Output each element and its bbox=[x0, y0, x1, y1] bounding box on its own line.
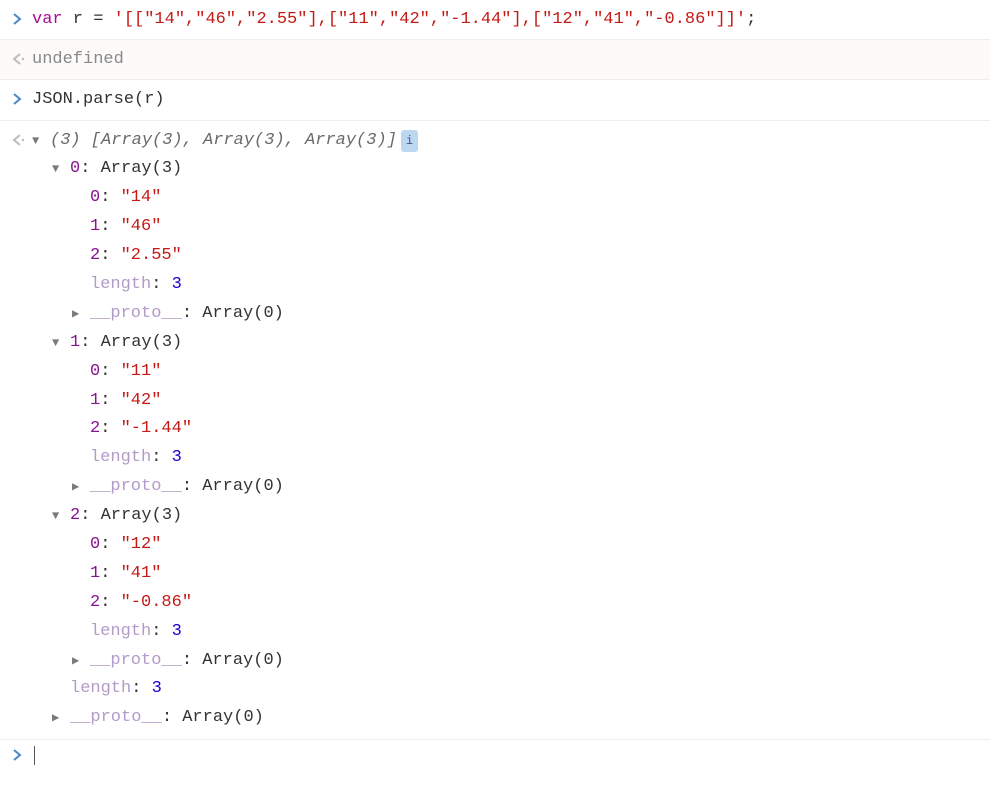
proto-value: Array(0) bbox=[202, 304, 284, 323]
tree-length-row[interactable]: length: 3 bbox=[32, 271, 982, 300]
chevron-right-icon[interactable]: ▶ bbox=[72, 477, 90, 497]
length-value: 3 bbox=[152, 679, 162, 698]
console-input-row: JSON.parse(r) bbox=[0, 80, 990, 120]
tree-array-header[interactable]: ▼1: Array(3) bbox=[32, 329, 982, 358]
array-type: Array(3) bbox=[101, 333, 183, 352]
prompt-output-icon bbox=[6, 127, 32, 734]
length-value: 3 bbox=[172, 622, 182, 641]
proto-label: __proto__ bbox=[90, 304, 182, 323]
proto-value: Array(0) bbox=[202, 651, 284, 670]
undefined-output: undefined bbox=[32, 46, 982, 73]
prompt-output-icon bbox=[6, 46, 32, 73]
item-value: "2.55" bbox=[121, 246, 182, 265]
tree-length-row[interactable]: length: 3 bbox=[32, 675, 982, 704]
string-literal: '[["14","46","2.55"],["11","42","-1.44"]… bbox=[103, 10, 746, 29]
array-length: (3) bbox=[50, 131, 81, 150]
item-value: "-1.44" bbox=[121, 419, 192, 438]
tree-proto-row[interactable]: ▶__proto__: Array(0) bbox=[32, 473, 982, 502]
item-value: "42" bbox=[121, 391, 162, 410]
tree-length-row[interactable]: length: 3 bbox=[32, 618, 982, 647]
equals-op: = bbox=[93, 10, 103, 29]
tree-summary[interactable]: ▼ (3) [Array(3), Array(3), Array(3)] i bbox=[32, 127, 982, 156]
chevron-down-icon[interactable]: ▼ bbox=[52, 506, 70, 526]
console-output-row: ▼ (3) [Array(3), Array(3), Array(3)] i ▼… bbox=[0, 121, 990, 740]
item-index: 1 bbox=[90, 391, 100, 410]
console-input-code[interactable]: var r = '[["14","46","2.55"],["11","42",… bbox=[32, 6, 982, 33]
length-label: length bbox=[70, 679, 131, 698]
tree-array-item[interactable]: 1: "42" bbox=[32, 387, 982, 416]
array-type: Array(3) bbox=[101, 506, 183, 525]
array-type: Array(3) bbox=[101, 159, 183, 178]
length-value: 3 bbox=[172, 275, 182, 294]
chevron-down-icon[interactable]: ▼ bbox=[52, 333, 70, 353]
semicolon: ; bbox=[746, 10, 756, 29]
console-input-cursor[interactable] bbox=[32, 746, 982, 766]
console-output-row: undefined bbox=[0, 40, 990, 80]
tree-proto-row[interactable]: ▶__proto__: Array(0) bbox=[32, 704, 982, 733]
item-value: "41" bbox=[121, 564, 162, 583]
tree-array-item[interactable]: 2: "-0.86" bbox=[32, 589, 982, 618]
proto-value: Array(0) bbox=[182, 708, 264, 727]
console-input-code[interactable]: JSON.parse(r) bbox=[32, 86, 982, 113]
item-value: "11" bbox=[121, 362, 162, 381]
length-label: length bbox=[90, 275, 151, 294]
array-index: 2 bbox=[70, 506, 80, 525]
tree-proto-row[interactable]: ▶__proto__: Array(0) bbox=[32, 300, 982, 329]
tree-array-item[interactable]: 1: "41" bbox=[32, 560, 982, 589]
prompt-input-icon bbox=[6, 86, 32, 113]
item-index: 0 bbox=[90, 188, 100, 207]
length-label: length bbox=[90, 448, 151, 467]
console-input-row[interactable] bbox=[0, 739, 990, 772]
chevron-down-icon[interactable]: ▼ bbox=[32, 131, 50, 151]
item-index: 2 bbox=[90, 593, 100, 612]
length-label: length bbox=[90, 622, 151, 641]
proto-label: __proto__ bbox=[90, 651, 182, 670]
chevron-right-icon[interactable]: ▶ bbox=[52, 708, 70, 728]
proto-label: __proto__ bbox=[90, 477, 182, 496]
tree-length-row[interactable]: length: 3 bbox=[32, 444, 982, 473]
tree-proto-row[interactable]: ▶__proto__: Array(0) bbox=[32, 647, 982, 676]
info-badge-icon[interactable]: i bbox=[401, 130, 418, 152]
tree-array-item[interactable]: 0: "14" bbox=[32, 184, 982, 213]
chevron-right-icon[interactable]: ▶ bbox=[72, 304, 90, 324]
item-index: 2 bbox=[90, 419, 100, 438]
array-preview: [Array(3), Array(3), Array(3)] bbox=[81, 131, 397, 150]
chevron-down-icon[interactable]: ▼ bbox=[52, 159, 70, 179]
item-index: 0 bbox=[90, 362, 100, 381]
prompt-input-icon bbox=[6, 746, 32, 766]
item-value: "-0.86" bbox=[121, 593, 192, 612]
tree-array-item[interactable]: 0: "11" bbox=[32, 358, 982, 387]
tree-array-header[interactable]: ▼0: Array(3) bbox=[32, 155, 982, 184]
console-input-row: var r = '[["14","46","2.55"],["11","42",… bbox=[0, 0, 990, 40]
tree-array-item[interactable]: 0: "12" bbox=[32, 531, 982, 560]
item-index: 1 bbox=[90, 217, 100, 236]
prompt-input-icon bbox=[6, 6, 32, 33]
item-index: 2 bbox=[90, 246, 100, 265]
item-value: "12" bbox=[121, 535, 162, 554]
object-tree: ▼ (3) [Array(3), Array(3), Array(3)] i ▼… bbox=[32, 127, 982, 734]
keyword-var: var bbox=[32, 10, 63, 29]
chevron-right-icon[interactable]: ▶ bbox=[72, 651, 90, 671]
array-index: 1 bbox=[70, 333, 80, 352]
length-value: 3 bbox=[172, 448, 182, 467]
array-index: 0 bbox=[70, 159, 80, 178]
tree-array-item[interactable]: 2: "2.55" bbox=[32, 242, 982, 271]
proto-value: Array(0) bbox=[202, 477, 284, 496]
item-index: 1 bbox=[90, 564, 100, 583]
item-index: 0 bbox=[90, 535, 100, 554]
var-name: r bbox=[63, 10, 94, 29]
item-value: "46" bbox=[121, 217, 162, 236]
tree-array-header[interactable]: ▼2: Array(3) bbox=[32, 502, 982, 531]
proto-label: __proto__ bbox=[70, 708, 162, 727]
item-value: "14" bbox=[121, 188, 162, 207]
tree-array-item[interactable]: 2: "-1.44" bbox=[32, 415, 982, 444]
tree-array-item[interactable]: 1: "46" bbox=[32, 213, 982, 242]
